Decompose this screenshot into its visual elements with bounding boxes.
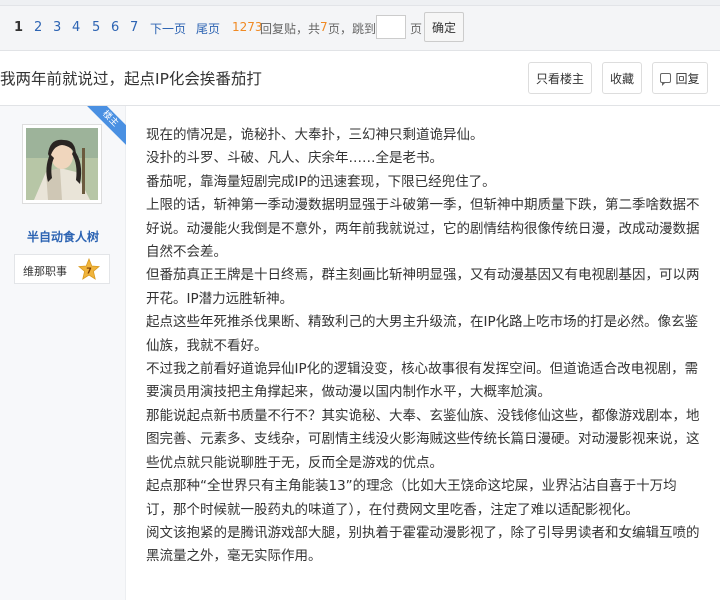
reply-icon bbox=[660, 73, 672, 86]
thread-title: 我两年前就说过，起点IP化会挨番茄打 bbox=[0, 70, 262, 88]
op-ribbon: 楼主 bbox=[84, 106, 126, 148]
author-sidebar: 楼主 半自动食人树 维那职事 7 bbox=[0, 106, 126, 600]
page-link-4[interactable]: 4 bbox=[72, 20, 80, 35]
thread-title-bar: 我两年前就说过，起点IP化会挨番茄打 只看楼主 收藏 回复 bbox=[0, 50, 720, 106]
post-paragraph: 那能说起点新书质量不行不？其实诡秘、大奉、玄鉴仙族、没钱修仙这些，都像游戏剧本，… bbox=[146, 407, 700, 471]
post-paragraph: 上限的话，斩神第一季动漫数据明显强于斗破第一季，但斩神中期质量下跌，第二季啥数据… bbox=[146, 197, 700, 261]
post-content: 现在的情况是，诡秘扑、大奉扑，三幻神只剩道诡异仙。 没扑的斗罗、斗破、凡人、庆余… bbox=[146, 124, 702, 569]
post-paragraph: 起点那种“全世界只有主角能装13”的理念（比如大王饶命这坨屎，业界沾沾自喜于十万… bbox=[146, 478, 677, 518]
post-paragraph: 但番茄真正王牌是十日终焉，群主刻画比斩神明显强，又有动漫基因又有电视剧基因，可以… bbox=[146, 267, 700, 307]
page-link-5[interactable]: 5 bbox=[92, 20, 100, 35]
favorite-button[interactable]: 收藏 bbox=[602, 62, 642, 94]
post-paragraph: 番茄呢，靠海量短剧完成IP的迅速套现，下限已经兜住了。 bbox=[146, 173, 496, 190]
level-badge-icon: 7 bbox=[77, 258, 101, 280]
page-unit-label: 页 bbox=[410, 22, 423, 36]
post-paragraph: 起点这些年死推杀伐果断、精致利己的大男主升级流，在IP化路上吃市场的打是必然。像… bbox=[146, 314, 699, 354]
page-link-7[interactable]: 7 bbox=[130, 20, 138, 35]
post-paragraph: 没扑的斗罗、斗破、凡人、庆余年……全是老书。 bbox=[146, 150, 443, 167]
reply-count-label: 回复贴，共 bbox=[260, 22, 321, 36]
post-floor: 楼主 半自动食人树 维那职事 7 现在的情况是，诡秘扑、大奉扑，三幻神只剩道诡异… bbox=[0, 106, 720, 600]
post-paragraph: 阅文该抱紧的是腾讯游戏部大腿，别执着于霍霍动漫影视了，除了引导男读者和女编辑互喷… bbox=[146, 524, 700, 565]
page-link-6[interactable]: 6 bbox=[111, 20, 119, 35]
top-strip bbox=[0, 0, 720, 6]
confirm-jump-button[interactable]: 确定 bbox=[424, 12, 464, 42]
post-paragraph: 现在的情况是，诡秘扑、大奉扑，三幻神只剩道诡异仙。 bbox=[146, 127, 484, 143]
next-page-link[interactable]: 下一页 bbox=[150, 20, 186, 37]
total-pages: 7 bbox=[320, 20, 328, 34]
page-current: 1 bbox=[14, 20, 24, 35]
last-page-link[interactable]: 尾页 bbox=[196, 20, 220, 37]
reply-button[interactable]: 回复 bbox=[652, 62, 708, 94]
pagination: 1 2 3 4 5 6 7 下一页 尾页 1273 回复贴，共 7 页，跳到 页… bbox=[0, 12, 720, 46]
page-link-2[interactable]: 2 bbox=[34, 20, 42, 35]
reply-count: 1273 bbox=[232, 20, 263, 34]
author-role: 维那职事 bbox=[23, 265, 67, 278]
jump-label: 页，跳到 bbox=[328, 22, 377, 36]
author-name[interactable]: 半自动食人树 bbox=[0, 228, 126, 245]
only-op-button[interactable]: 只看楼主 bbox=[528, 62, 592, 94]
page-link-3[interactable]: 3 bbox=[53, 20, 61, 35]
level-number: 7 bbox=[86, 267, 92, 276]
page-jump-input[interactable] bbox=[376, 15, 406, 39]
post-paragraph: 不过我之前看好道诡异仙IP化的逻辑没变，核心故事很有发挥空间。但道诡适合改电视剧… bbox=[146, 361, 699, 401]
reply-button-label: 回复 bbox=[675, 71, 700, 86]
author-role-box: 维那职事 7 bbox=[14, 254, 110, 284]
op-ribbon-label: 楼主 bbox=[84, 106, 126, 146]
